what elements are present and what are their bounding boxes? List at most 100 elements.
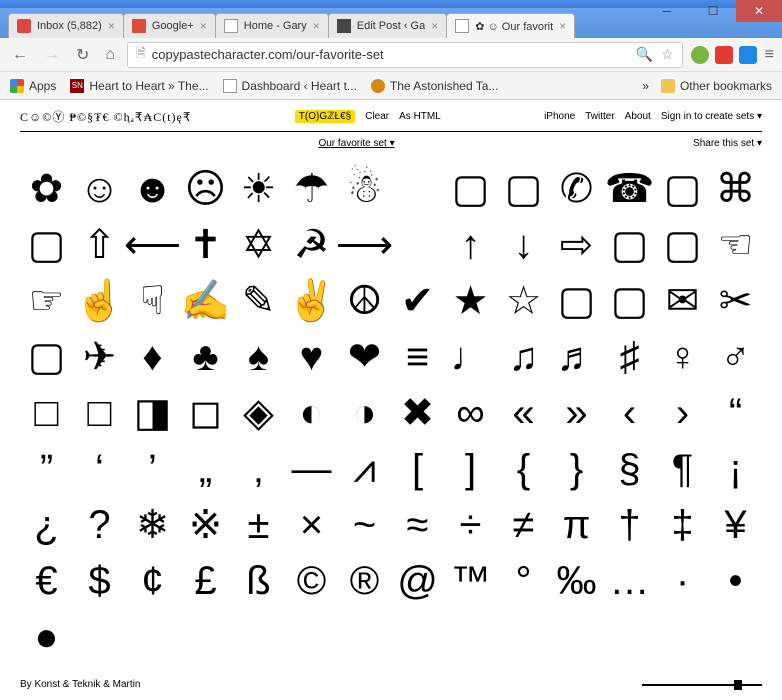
- other-bookmarks[interactable]: Other bookmarks: [661, 79, 772, 93]
- character-cell[interactable]: ☺: [73, 161, 126, 217]
- character-cell[interactable]: ▢: [444, 161, 497, 217]
- character-cell[interactable]: ·: [656, 553, 709, 609]
- character-cell[interactable]: ±: [232, 497, 285, 553]
- tab-close-icon[interactable]: ×: [431, 19, 438, 33]
- browser-tab[interactable]: Inbox (5,882)×: [8, 13, 124, 38]
- character-cell[interactable]: €: [20, 553, 73, 609]
- toggles-button[interactable]: T(O)GℤŁ€§: [295, 110, 355, 123]
- character-cell[interactable]: ●: [20, 609, 73, 665]
- character-cell[interactable]: ]: [444, 441, 497, 497]
- tab-close-icon[interactable]: ×: [559, 19, 566, 33]
- address-bar[interactable]: 🗎 🔍 ☆: [127, 42, 683, 68]
- character-cell[interactable]: ☀: [232, 161, 285, 217]
- character-cell[interactable]: ◨: [126, 385, 179, 441]
- slider-handle[interactable]: [734, 680, 742, 690]
- bookmark-item[interactable]: The Astonished Ta...: [371, 79, 499, 93]
- character-cell[interactable]: ☂: [285, 161, 338, 217]
- character-cell[interactable]: ⇨: [550, 217, 603, 273]
- search-icon[interactable]: 🔍: [636, 46, 653, 63]
- character-cell[interactable]: ☝: [73, 273, 126, 329]
- character-cell[interactable]: ≡: [391, 329, 444, 385]
- character-cell[interactable]: ✎: [232, 273, 285, 329]
- browser-tab[interactable]: Google+×: [123, 13, 216, 38]
- character-cell[interactable]: ▢: [603, 217, 656, 273]
- character-cell[interactable]: ✆: [550, 161, 603, 217]
- character-cell[interactable]: ☆: [497, 273, 550, 329]
- character-cell[interactable]: ✝: [179, 217, 232, 273]
- close-button[interactable]: ✕: [736, 0, 782, 22]
- character-cell[interactable]: ♂: [709, 329, 762, 385]
- reload-button[interactable]: ↻: [72, 43, 93, 67]
- character-cell[interactable]: ▢: [497, 161, 550, 217]
- character-cell[interactable]: ☮: [338, 273, 391, 329]
- character-cell[interactable]: ◐: [285, 385, 338, 441]
- url-input[interactable]: [152, 47, 636, 62]
- character-cell[interactable]: ß: [232, 553, 285, 609]
- character-cell[interactable]: “: [709, 385, 762, 441]
- character-cell[interactable]: ☎: [603, 161, 656, 217]
- character-cell[interactable]: ✔: [391, 273, 444, 329]
- character-cell[interactable]: ’: [126, 441, 179, 497]
- character-cell[interactable]: ☭: [285, 217, 338, 273]
- character-cell[interactable]: ❄: [126, 497, 179, 553]
- character-cell[interactable]: {: [497, 441, 550, 497]
- bookmark-item[interactable]: Dashboard ‹ Heart t...: [223, 79, 357, 93]
- character-cell[interactable]: ☹: [179, 161, 232, 217]
- character-cell[interactable]: [391, 161, 444, 217]
- character-cell[interactable]: ♦: [126, 329, 179, 385]
- character-cell[interactable]: ♯: [603, 329, 656, 385]
- character-cell[interactable]: ▢: [656, 217, 709, 273]
- character-cell[interactable]: ▢: [656, 161, 709, 217]
- character-cell[interactable]: ◻: [179, 385, 232, 441]
- character-cell[interactable]: ✿: [20, 161, 73, 217]
- character-cell[interactable]: «: [497, 385, 550, 441]
- tab-close-icon[interactable]: ×: [313, 19, 320, 33]
- character-cell[interactable]: ★: [444, 273, 497, 329]
- tab-close-icon[interactable]: ×: [108, 19, 115, 33]
- character-cell[interactable]: ›: [656, 385, 709, 441]
- character-cell[interactable]: £: [179, 553, 232, 609]
- character-cell[interactable]: …: [603, 553, 656, 609]
- browser-tab[interactable]: Edit Post ‹ Ga×: [328, 13, 448, 38]
- character-cell[interactable]: ¥: [709, 497, 762, 553]
- character-cell[interactable]: ▢: [603, 273, 656, 329]
- character-cell[interactable]: ⌘: [709, 161, 762, 217]
- character-cell[interactable]: ⇧: [73, 217, 126, 273]
- character-cell[interactable]: ☞: [20, 273, 73, 329]
- character-cell[interactable]: ✖: [391, 385, 444, 441]
- character-cell[interactable]: ¢: [126, 553, 179, 609]
- character-cell[interactable]: @: [391, 553, 444, 609]
- chrome-menu-button[interactable]: ≡: [765, 46, 774, 64]
- character-cell[interactable]: —: [285, 441, 338, 497]
- character-cell[interactable]: ÷: [444, 497, 497, 553]
- character-cell[interactable]: ‘: [73, 441, 126, 497]
- character-cell[interactable]: ☻: [126, 161, 179, 217]
- character-cell[interactable]: ‰: [550, 553, 603, 609]
- character-cell[interactable]: ¡: [709, 441, 762, 497]
- character-cell[interactable]: ‚: [232, 441, 285, 497]
- character-cell[interactable]: ~: [338, 497, 391, 553]
- character-cell[interactable]: ™: [444, 553, 497, 609]
- character-cell[interactable]: ♬: [550, 329, 603, 385]
- bookmark-item[interactable]: SNHeart to Heart » The...: [70, 79, 208, 93]
- character-cell[interactable]: ▢: [550, 273, 603, 329]
- character-cell[interactable]: §: [603, 441, 656, 497]
- character-cell[interactable]: $: [73, 553, 126, 609]
- home-button[interactable]: ⌂: [101, 44, 119, 66]
- extension-icon[interactable]: [715, 46, 733, 64]
- character-cell[interactable]: ◑: [338, 385, 391, 441]
- apps-button[interactable]: Apps: [10, 79, 56, 93]
- character-cell[interactable]: ✡: [232, 217, 285, 273]
- size-slider[interactable]: [642, 684, 762, 686]
- extension-icon[interactable]: [739, 46, 757, 64]
- character-cell[interactable]: ✂: [709, 273, 762, 329]
- character-cell[interactable]: ©: [285, 553, 338, 609]
- character-cell[interactable]: ♠: [232, 329, 285, 385]
- set-selector[interactable]: Our favorite set ▾: [318, 138, 394, 149]
- character-cell[interactable]: ‡: [656, 497, 709, 553]
- character-cell[interactable]: ×: [285, 497, 338, 553]
- character-cell[interactable]: }: [550, 441, 603, 497]
- character-cell[interactable]: ♩: [444, 329, 497, 385]
- character-cell[interactable]: ↑: [444, 217, 497, 273]
- character-cell[interactable]: ⟶: [338, 217, 391, 273]
